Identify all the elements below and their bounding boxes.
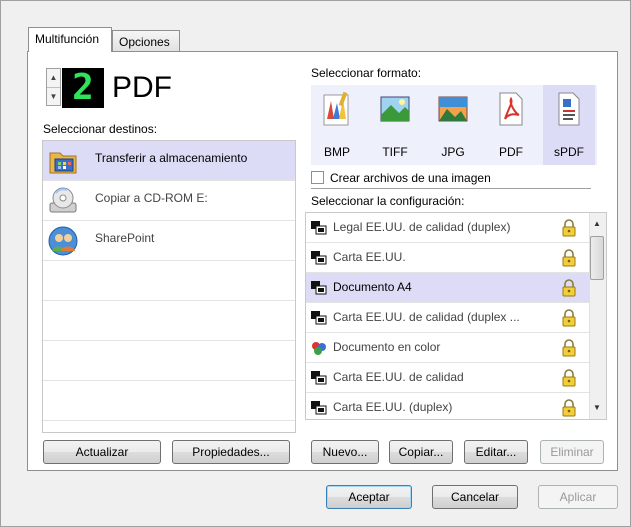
tiff-icon bbox=[380, 96, 410, 122]
scroll-down-icon[interactable]: ▼ bbox=[593, 403, 601, 412]
config-item[interactable]: Carta EE.UU. de calidad (duplex ... bbox=[306, 303, 590, 333]
config-heading: Seleccionar la configuración: bbox=[311, 194, 465, 208]
destination-label: Copiar a CD-ROM E: bbox=[95, 191, 208, 205]
list-item bbox=[43, 381, 295, 421]
bmp-icon bbox=[323, 91, 349, 126]
profile-spinner[interactable]: ▲ ▼ bbox=[46, 68, 61, 106]
destination-item-cd-rom[interactable]: Copiar a CD-ROM E: bbox=[43, 181, 295, 221]
config-item[interactable]: Carta EE.UU. de calidad bbox=[306, 363, 590, 393]
single-image-label[interactable]: Crear archivos de una imagen bbox=[330, 171, 491, 185]
format-label: BMP bbox=[323, 145, 350, 159]
scanner-bw-icon bbox=[311, 311, 327, 325]
profile-title: PDF bbox=[112, 71, 172, 104]
format-options: BMP TIFF JPG PDF sPDF bbox=[311, 85, 597, 167]
config-label: Documento en color bbox=[333, 340, 441, 354]
scrollbar-thumb[interactable] bbox=[590, 236, 604, 280]
format-option-bmp[interactable]: BMP bbox=[311, 85, 363, 165]
apply-button[interactable]: Aplicar bbox=[538, 485, 618, 509]
scanner-bw-icon bbox=[311, 221, 327, 235]
config-item[interactable]: Carta EE.UU. (duplex) bbox=[306, 393, 590, 419]
format-option-jpg[interactable]: JPG bbox=[427, 85, 479, 165]
list-item bbox=[43, 301, 295, 341]
copy-button[interactable]: Copiar... bbox=[389, 440, 453, 464]
list-item bbox=[43, 341, 295, 381]
lock-icon bbox=[562, 219, 576, 237]
divider bbox=[311, 188, 591, 189]
config-item[interactable]: Legal EE.UU. de calidad (duplex) bbox=[306, 213, 590, 243]
scanner-bw-icon bbox=[311, 401, 327, 415]
destination-item-sharepoint[interactable]: SharePoint bbox=[43, 221, 295, 261]
profile-number-display: 2 bbox=[62, 68, 104, 108]
single-image-checkbox[interactable] bbox=[311, 171, 324, 184]
sharepoint-icon bbox=[48, 226, 78, 256]
edit-button[interactable]: Editar... bbox=[464, 440, 528, 464]
format-option-tiff[interactable]: TIFF bbox=[369, 85, 421, 165]
tab-multifuncion[interactable]: Multifunción bbox=[28, 27, 112, 52]
config-item-selected[interactable]: Documento A4 bbox=[306, 273, 590, 303]
config-label: Documento A4 bbox=[333, 280, 412, 294]
config-label: Carta EE.UU. de calidad bbox=[333, 370, 464, 384]
destination-label: Transferir a almacenamiento bbox=[95, 151, 248, 165]
lock-icon bbox=[562, 309, 576, 327]
format-label: JPG bbox=[441, 145, 465, 159]
tab-opciones[interactable]: Opciones bbox=[112, 30, 180, 51]
scroll-up-icon[interactable]: ▲ bbox=[593, 219, 601, 228]
config-label: Carta EE.UU. (duplex) bbox=[333, 400, 453, 414]
storage-folder-icon bbox=[49, 152, 77, 174]
list-item bbox=[43, 261, 295, 301]
tab-label: Multifunción bbox=[35, 32, 100, 46]
new-button[interactable]: Nuevo... bbox=[311, 440, 379, 464]
lock-icon bbox=[562, 399, 576, 417]
lock-icon bbox=[562, 249, 576, 267]
config-label: Legal EE.UU. de calidad (duplex) bbox=[333, 220, 511, 234]
format-option-pdf[interactable]: PDF bbox=[485, 85, 537, 165]
config-label: Carta EE.UU. de calidad (duplex ... bbox=[333, 310, 520, 324]
scanner-bw-icon bbox=[311, 371, 327, 385]
format-option-spdf[interactable]: sPDF bbox=[543, 85, 595, 165]
config-item[interactable]: Carta EE.UU. bbox=[306, 243, 590, 273]
lock-icon bbox=[562, 279, 576, 297]
config-label: Carta EE.UU. bbox=[333, 250, 406, 264]
destinations-heading: Seleccionar destinos: bbox=[43, 122, 158, 136]
scanner-color-icon bbox=[312, 342, 326, 355]
jpg-icon bbox=[438, 96, 468, 122]
tab-label: Opciones bbox=[119, 35, 170, 49]
scanner-bw-icon bbox=[311, 251, 327, 265]
properties-button[interactable]: Propiedades... bbox=[172, 440, 290, 464]
spdf-icon bbox=[558, 92, 580, 126]
config-item[interactable]: Documento en color bbox=[306, 333, 590, 363]
spin-down-icon[interactable]: ▼ bbox=[47, 88, 60, 106]
lock-icon bbox=[562, 339, 576, 357]
config-list[interactable]: Legal EE.UU. de calidad (duplex) Carta E… bbox=[305, 212, 607, 420]
scanner-bw-icon bbox=[311, 281, 327, 295]
refresh-button[interactable]: Actualizar bbox=[43, 440, 161, 464]
format-label: TIFF bbox=[382, 145, 408, 159]
destination-label: SharePoint bbox=[95, 231, 155, 245]
cancel-button[interactable]: Cancelar bbox=[432, 485, 518, 509]
format-label: sPDF bbox=[554, 145, 584, 159]
ok-button[interactable]: Aceptar bbox=[326, 485, 412, 509]
lock-icon bbox=[562, 369, 576, 387]
cd-rom-icon bbox=[49, 187, 77, 213]
destination-item-storage[interactable]: Transferir a almacenamiento bbox=[43, 141, 295, 181]
pdf-icon bbox=[499, 92, 523, 126]
destinations-list[interactable]: Transferir a almacenamiento Copiar a CD-… bbox=[42, 140, 296, 433]
format-heading: Seleccionar formato: bbox=[311, 66, 422, 80]
spin-up-icon[interactable]: ▲ bbox=[47, 69, 60, 88]
delete-button[interactable]: Eliminar bbox=[540, 440, 604, 464]
format-label: PDF bbox=[499, 145, 523, 159]
